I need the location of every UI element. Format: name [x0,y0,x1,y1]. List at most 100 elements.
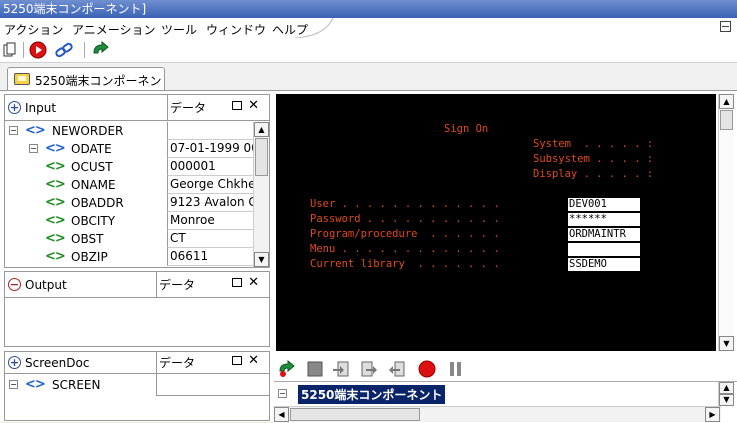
main-toolbar [0,38,737,62]
terminal-system-line: Subsystem . . . . : [533,153,654,165]
collapse-icon[interactable]: − [29,144,38,153]
scroll-thumb[interactable] [290,408,420,421]
element-node-icon: <> [45,141,66,156]
scroll-left-icon[interactable]: ◀ [274,407,289,422]
record-icon[interactable] [418,360,436,378]
value-cell[interactable]: 9123 Avalon Ga [167,194,255,212]
step-over-icon[interactable] [360,360,378,378]
collapse-icon[interactable]: − [9,380,18,389]
scroll-up-icon[interactable]: ▲ [254,122,269,137]
collapse-icon[interactable]: − [9,126,18,135]
tree-scrollbar[interactable]: ▲ ▼ [718,382,734,406]
terminal-pane: Sign On System . . . . . : Subsystem . .… [274,91,737,353]
scroll-down-icon[interactable]: ▼ [719,336,734,351]
restore-icon[interactable] [720,21,731,32]
output-panel: − Output データ ✕ [4,271,270,347]
tree-row-oname[interactable]: <> ONAME [5,176,167,194]
replay-icon[interactable] [278,360,296,378]
tree-row-screen[interactable]: − <> SCREEN [5,376,155,394]
value-cell[interactable]: 000001 [167,158,255,176]
terminal-system-line: System . . . . . : [533,138,654,150]
user-input[interactable]: DEV001 [568,198,640,211]
node-label: OBADDR [71,196,124,210]
collapse-icon[interactable]: − [278,389,287,398]
tree-row-obaddr[interactable]: <> OBADDR [5,194,167,212]
menu-animation[interactable]: アニメーション [72,21,156,38]
input-panel-title: Input [25,101,57,115]
scroll-right-icon[interactable]: ▶ [705,407,720,422]
pause-icon[interactable] [446,360,464,378]
scroll-up-icon[interactable]: ▲ [719,382,734,394]
value-cell[interactable]: 07-01-1999 00: [167,140,255,158]
maximize-icon[interactable] [232,101,243,110]
data-column-header: データ [167,95,227,120]
screendoc-panel-title: ScreenDoc [25,356,90,370]
menu-window[interactable]: ウィンドウ [206,21,266,38]
player-toolbar [274,357,737,381]
close-icon[interactable]: ✕ [248,276,259,289]
terminal-scrollbar[interactable]: ▲ ▼ [718,94,734,351]
link-icon[interactable] [54,40,74,60]
program-input[interactable]: ORDMAINTR [568,228,640,241]
screendoc-panel: + ScreenDoc データ ✕ − <> SCREEN [4,351,270,421]
field-node-icon: <> [45,177,66,192]
terminal-field-label: Program/procedure . . . . . . [310,228,500,240]
value-cell[interactable]: George Chkhei [167,176,255,194]
input-panel-scrollbar[interactable]: ▲ ▼ [253,122,269,267]
value-cell[interactable] [167,122,255,140]
terminal-screen[interactable]: Sign On System . . . . . : Subsystem . .… [276,94,716,351]
step-out-icon[interactable] [388,360,406,378]
node-label: ONAME [71,178,116,192]
scroll-thumb[interactable] [255,138,268,176]
terminal-system-line: Display . . . . . : [533,168,654,180]
tree-row-obzip[interactable]: <> OBZIP [5,248,167,266]
input-panel-header: + Input データ ✕ [5,95,269,121]
tab-5250-terminal[interactable]: 5250端末コンポーネント [7,67,165,105]
value-cell[interactable]: CT [167,230,255,248]
stop-square-icon[interactable] [306,360,324,378]
tree-row-obst[interactable]: <> OBST [5,230,167,248]
terminal-field-label: Current library . . . . . . . [310,258,500,270]
expand-icon[interactable]: + [8,101,21,114]
library-input[interactable]: SSDEMO [568,258,640,271]
collapse-icon[interactable]: − [8,278,21,291]
copy-document-icon[interactable] [0,40,20,60]
menu-bar-curve [295,18,334,38]
refresh-icon[interactable] [90,40,110,60]
field-node-icon: <> [45,213,66,228]
node-label: OCUST [71,160,113,174]
close-icon[interactable]: ✕ [248,354,259,367]
data-column-header: データ [156,272,216,297]
element-node-icon: <> [25,377,46,392]
horizontal-scrollbar[interactable]: ◀ ▶ [274,406,721,422]
scroll-up-icon[interactable]: ▲ [719,94,734,109]
terminal-heading: Sign On [444,123,489,135]
close-icon[interactable]: ✕ [248,99,259,112]
scroll-thumb[interactable] [720,110,733,130]
terminal-field-label: User . . . . . . . . . . . . . [310,198,500,210]
value-cell[interactable]: Monroe [167,212,255,230]
node-label: OBCITY [71,214,116,228]
component-tree: − 5250端末コンポーネント ◀ ▶ ▲ ▼ [274,381,737,423]
node-label: OBST [71,232,104,246]
tree-row-ocust[interactable]: <> OCUST [5,158,167,176]
step-into-icon[interactable] [332,360,350,378]
tree-row-obcity[interactable]: <> OBCITY [5,212,167,230]
value-cell[interactable] [156,374,269,396]
menu-action[interactable]: アクション [4,21,63,38]
menu-tools[interactable]: ツール [161,21,197,38]
password-input[interactable]: ****** [568,213,640,226]
node-label: SCREEN [52,378,101,392]
expand-icon[interactable]: + [8,356,21,369]
maximize-icon[interactable] [232,356,243,365]
output-panel-header: − Output データ ✕ [5,272,269,298]
maximize-icon[interactable] [232,278,243,287]
tree-root-label[interactable]: 5250端末コンポーネント [298,385,446,404]
scroll-down-icon[interactable]: ▼ [719,394,734,406]
value-cell[interactable]: 06611 [167,248,255,266]
tree-row-odate[interactable]: − <> ODATE [5,140,167,158]
menu-input[interactable] [568,243,640,256]
stop-icon[interactable] [28,40,48,60]
tab-strip: 5250端末コンポーネント [0,62,737,105]
scroll-down-icon[interactable]: ▼ [254,252,269,267]
